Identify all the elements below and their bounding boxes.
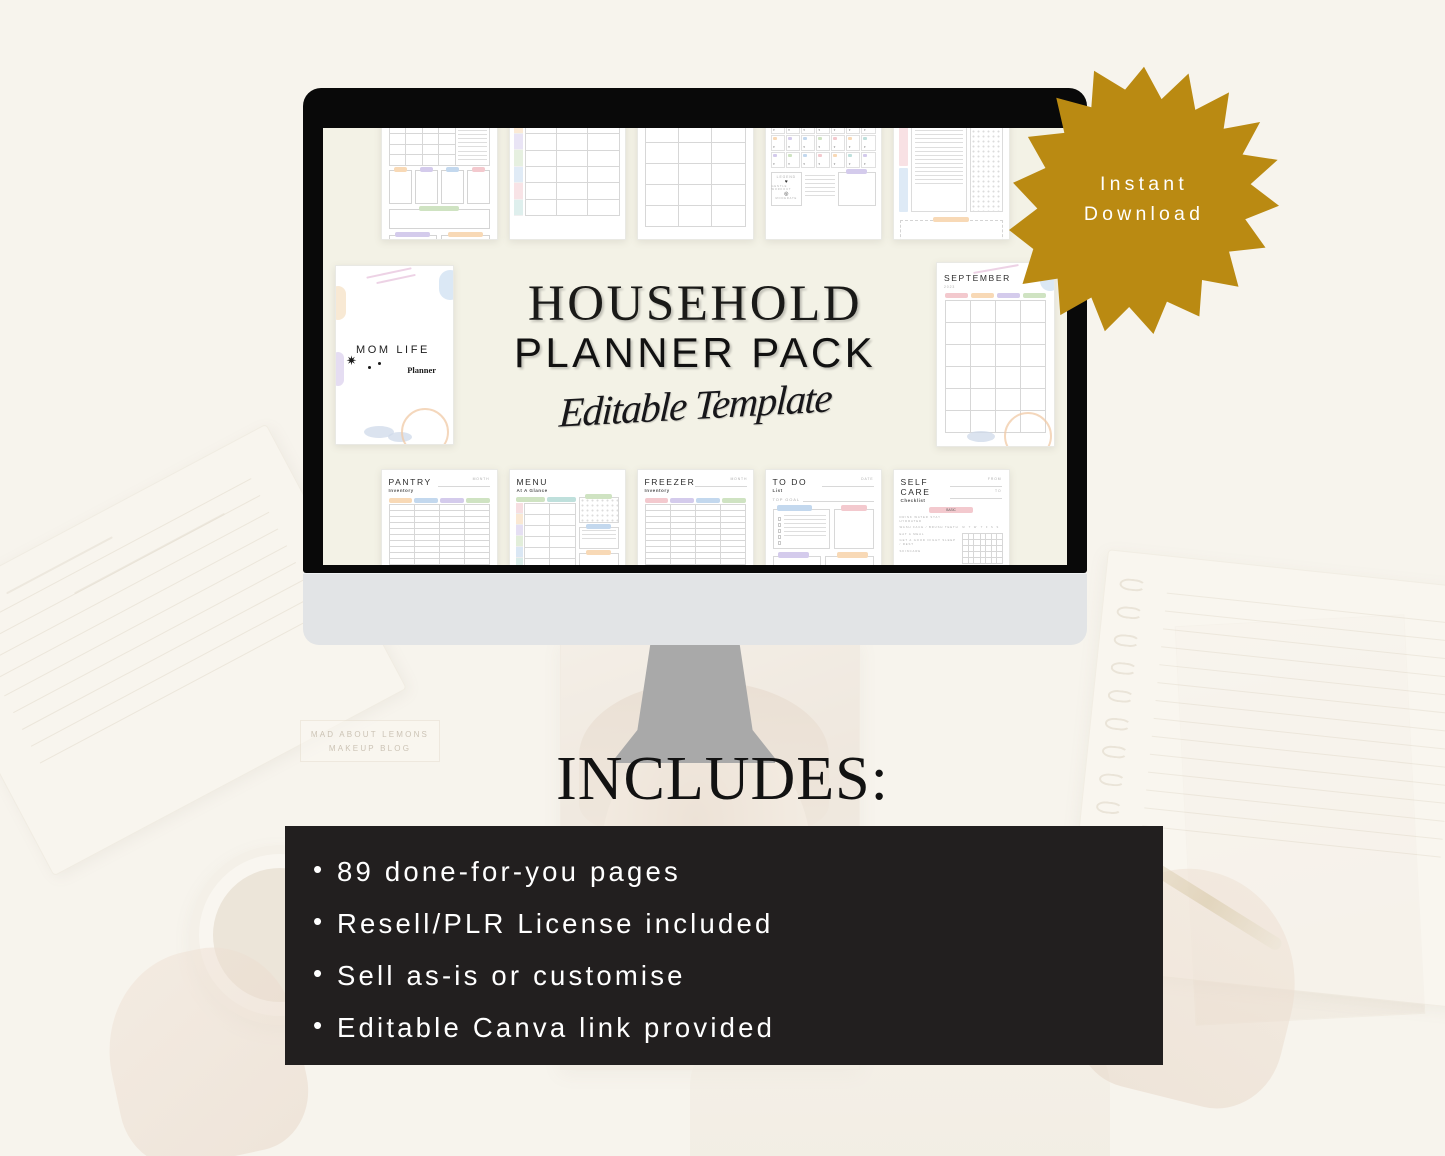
- cover-title: MOM LIFE: [356, 343, 430, 356]
- selfcare-row-1: WASH FACE / BRUSH TEETH: [899, 525, 959, 530]
- screen-middle-row: ✷ MOM LIFE Planner HOUSEHOLD PLANNER PAC…: [335, 262, 1055, 447]
- includes-item: Editable Canva link provided: [285, 1010, 1163, 1044]
- freezer-table: [644, 504, 746, 565]
- badge-line2: Download: [1083, 202, 1205, 225]
- dot-doodle: [368, 365, 371, 369]
- headline-line2: PLANNER PACK: [513, 328, 877, 376]
- dot-doodle: [378, 361, 381, 365]
- tracker-grid: ♥ ♥ ♥ ♥ ♥ ♥ ♥ ♥ ♥ ♥ ♥ ♥ ♥ ♥ ♥ ♥ ♥ ♥ ♥ ♥ …: [766, 128, 881, 168]
- thumbnail-menu: MENU At A Glance: [508, 469, 626, 565]
- thumbnail-pantry: PANTRY Inventory MONTH: [380, 469, 498, 565]
- badge-text: Instant Download: [1009, 63, 1279, 335]
- thumbnail-meal-planner: [380, 128, 498, 240]
- selfcare-meta-to: TO: [995, 489, 1002, 493]
- todo-meta: DATE: [861, 477, 874, 481]
- includes-heading: INCLUDES:: [556, 745, 889, 813]
- thumbnail-todo: TO DO List DATE TOP GOAL: [764, 469, 882, 565]
- selfcare-title: SELF CARE: [900, 477, 931, 497]
- monitor-bezel: ♥ ♥ ♥ ♥ ♥ ♥ ♥ ♥ ♥ ♥ ♥ ♥ ♥ ♥ ♥ ♥ ♥ ♥ ♥ ♥ …: [303, 88, 1087, 573]
- selfcare-meta-from: FROM: [987, 477, 1002, 481]
- selfcare-row-3: GET A GOOD NIGHT SLEEP / REST: [899, 538, 956, 547]
- pantry-meta: MONTH: [472, 477, 490, 481]
- freezer-subtitle: Inventory: [644, 488, 670, 493]
- thumbnail-self-care: SELF CARE Checklist FROM TO BASIC DRINK …: [892, 469, 1010, 565]
- weekday-side-column: [513, 128, 524, 216]
- includes-item: 89 done-for-you pages: [285, 854, 1163, 888]
- screen-top-row: ♥ ♥ ♥ ♥ ♥ ♥ ♥ ♥ ♥ ♥ ♥ ♥ ♥ ♥ ♥ ♥ ♥ ♥ ♥ ♥ …: [335, 128, 1055, 240]
- badge-line1: Instant: [1100, 172, 1188, 195]
- pantry-subtitle: Inventory: [388, 488, 414, 493]
- extra-boxes: [388, 231, 490, 239]
- freezer-meta: MONTH: [730, 477, 748, 481]
- monitor-screen: ♥ ♥ ♥ ♥ ♥ ♥ ♥ ♥ ♥ ♥ ♥ ♥ ♥ ♥ ♥ ♥ ♥ ♥ ♥ ♥ …: [323, 128, 1067, 565]
- monitor-chin: [303, 573, 1087, 645]
- thumbnail-habit-tracker: ♥ ♥ ♥ ♥ ♥ ♥ ♥ ♥ ♥ ♥ ♥ ♥ ♥ ♥ ♥ ♥ ♥ ♥ ♥ ♥ …: [764, 128, 882, 240]
- includes-list: 89 done-for-you pages Resell/PLR License…: [285, 854, 1163, 1044]
- selfcare-check-grid-basic: MTWTFSS: [961, 515, 1003, 564]
- notebook-lines: [1141, 592, 1445, 875]
- selfcare-subtitle: Checklist: [900, 498, 926, 503]
- hydration-bar: [388, 205, 490, 229]
- pantry-title: PANTRY: [388, 477, 432, 487]
- freezer-title: FREEZER: [644, 477, 696, 487]
- thumbnail-blank-calendar: [636, 128, 754, 240]
- meal-blocks: [382, 166, 497, 204]
- screen-bottom-row: PANTRY Inventory MONTH MENU At A Glance …: [335, 469, 1055, 565]
- includes-item: Resell/PLR License included: [285, 906, 1163, 940]
- blank-grid: [644, 128, 746, 227]
- selfcare-row-0: DRINK WATER STAY HYDRATED: [899, 515, 941, 523]
- menu-table: [523, 503, 576, 565]
- thumbnail-weekly-grid: [508, 128, 626, 240]
- legend-item-1: MODERATE: [775, 197, 798, 200]
- headline-script: Editable Template: [557, 374, 833, 436]
- selfcare-row-2: EAT A MEAL: [899, 531, 925, 536]
- instant-download-badge: Instant Download: [1009, 63, 1279, 335]
- todo-title: TO DO: [772, 477, 808, 487]
- includes-panel: 89 done-for-you pages Resell/PLR License…: [285, 826, 1163, 1065]
- todo-subtitle: List: [772, 488, 783, 493]
- monitor-mockup: ♥ ♥ ♥ ♥ ♥ ♥ ♥ ♥ ♥ ♥ ♥ ♥ ♥ ♥ ♥ ♥ ♥ ♥ ♥ ♥ …: [303, 88, 1087, 763]
- headline-line1: HOUSEHOLD: [527, 275, 863, 332]
- includes-item: Sell as-is or customise: [285, 958, 1163, 992]
- meal-table: [388, 128, 490, 166]
- thumbnail-daily-notes: [892, 128, 1010, 240]
- cover-subtitle: Planner: [407, 364, 436, 375]
- pantry-table: [388, 504, 490, 565]
- thumbnail-mom-life-cover: ✷ MOM LIFE Planner: [335, 264, 454, 445]
- selfcare-row-4: SKINCARE: [899, 548, 921, 553]
- menu-title: MENU: [516, 477, 548, 487]
- week-grid: [525, 128, 620, 217]
- selfcare-section-basic: BASIC: [929, 507, 973, 513]
- thumbnail-freezer: FREEZER Inventory MONTH: [636, 469, 754, 565]
- screen-headline: HOUSEHOLD PLANNER PACK Editable Template: [465, 275, 925, 436]
- todo-top-goal-label: TOP GOAL: [772, 497, 801, 502]
